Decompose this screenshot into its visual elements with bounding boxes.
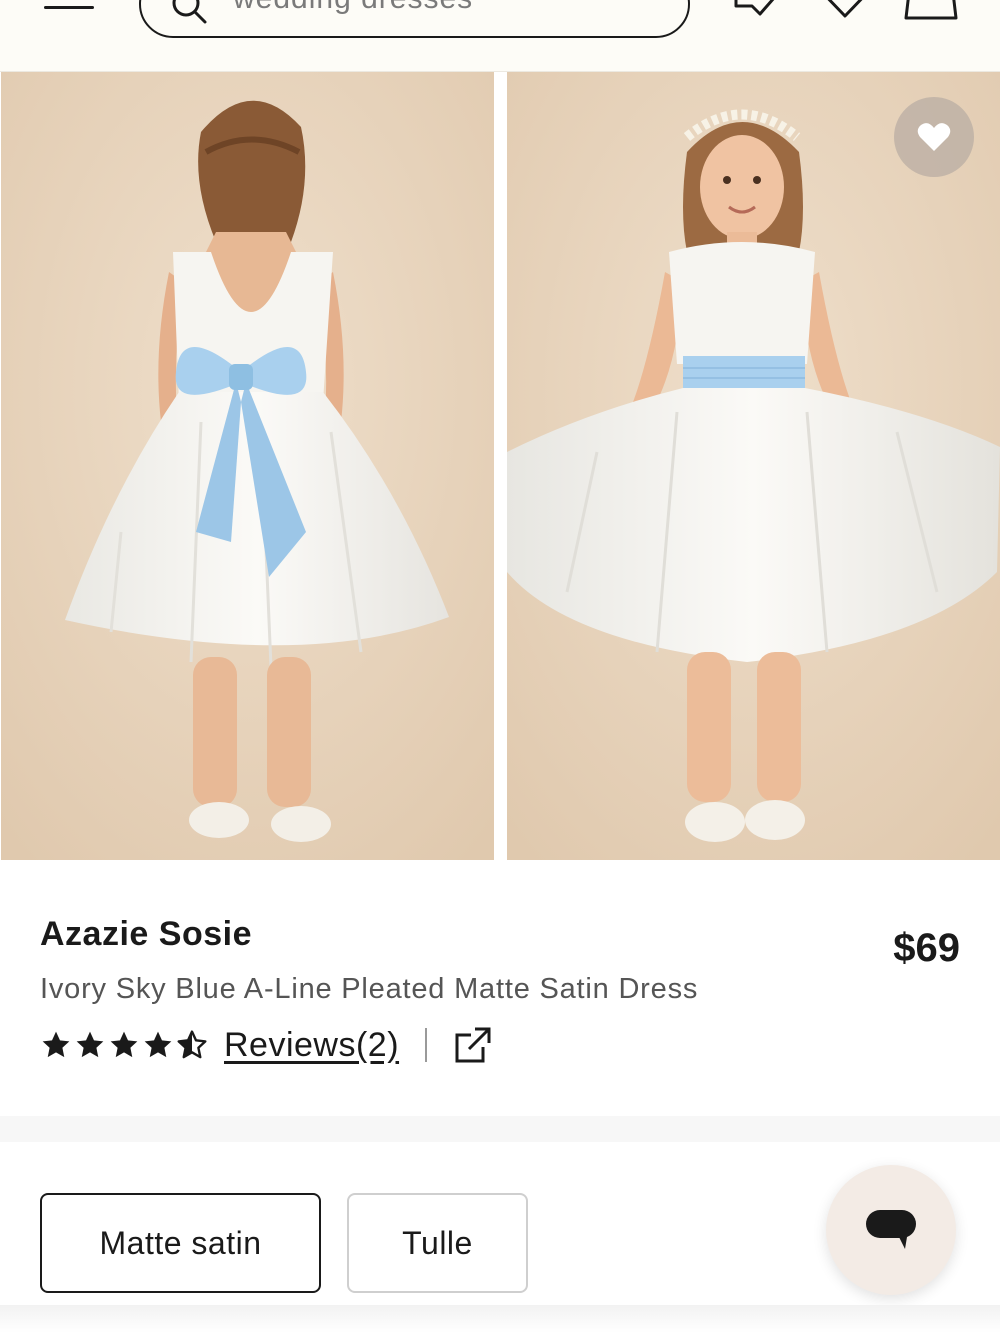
bottom-edge (0, 1305, 1000, 1333)
rating-stars (40, 1029, 208, 1061)
star-icon (144, 1031, 172, 1058)
reviews-link[interactable]: Reviews(2) (224, 1026, 399, 1065)
product-title: Ivory Sky Blue A-Line Pleated Matte Sati… (40, 973, 699, 1005)
tag-icon[interactable] (734, 0, 786, 20)
half-star-icon (177, 1030, 207, 1059)
favorite-heart-icon (917, 123, 951, 151)
section-divider (0, 1116, 1000, 1142)
separator (425, 1028, 428, 1062)
share-icon[interactable] (453, 1025, 493, 1065)
fabric-option-tulle[interactable]: Tulle (347, 1193, 528, 1293)
rating-row: Reviews(2) (40, 1023, 493, 1067)
bag-icon[interactable] (904, 0, 958, 20)
product-price: $69 (893, 926, 960, 970)
star-icon (110, 1031, 138, 1058)
product-gallery[interactable] (0, 72, 1000, 860)
star-icon (76, 1031, 104, 1058)
product-brand: Azazie Sosie (40, 915, 252, 953)
star-icon (42, 1031, 70, 1058)
menu-icon[interactable] (44, 6, 96, 16)
search-input[interactable]: wedding dresses (139, 0, 690, 38)
product-image-front[interactable] (507, 72, 1000, 860)
product-image-back[interactable] (1, 72, 494, 860)
favorite-button[interactable] (894, 97, 974, 177)
search-placeholder: wedding dresses (233, 0, 473, 16)
top-header: wedding dresses (0, 0, 1000, 72)
chat-icon (866, 1210, 916, 1249)
search-icon (172, 0, 207, 24)
chat-button[interactable] (826, 1165, 956, 1295)
fabric-option-matte-satin[interactable]: Matte satin (40, 1193, 321, 1293)
heart-icon[interactable] (818, 0, 872, 20)
